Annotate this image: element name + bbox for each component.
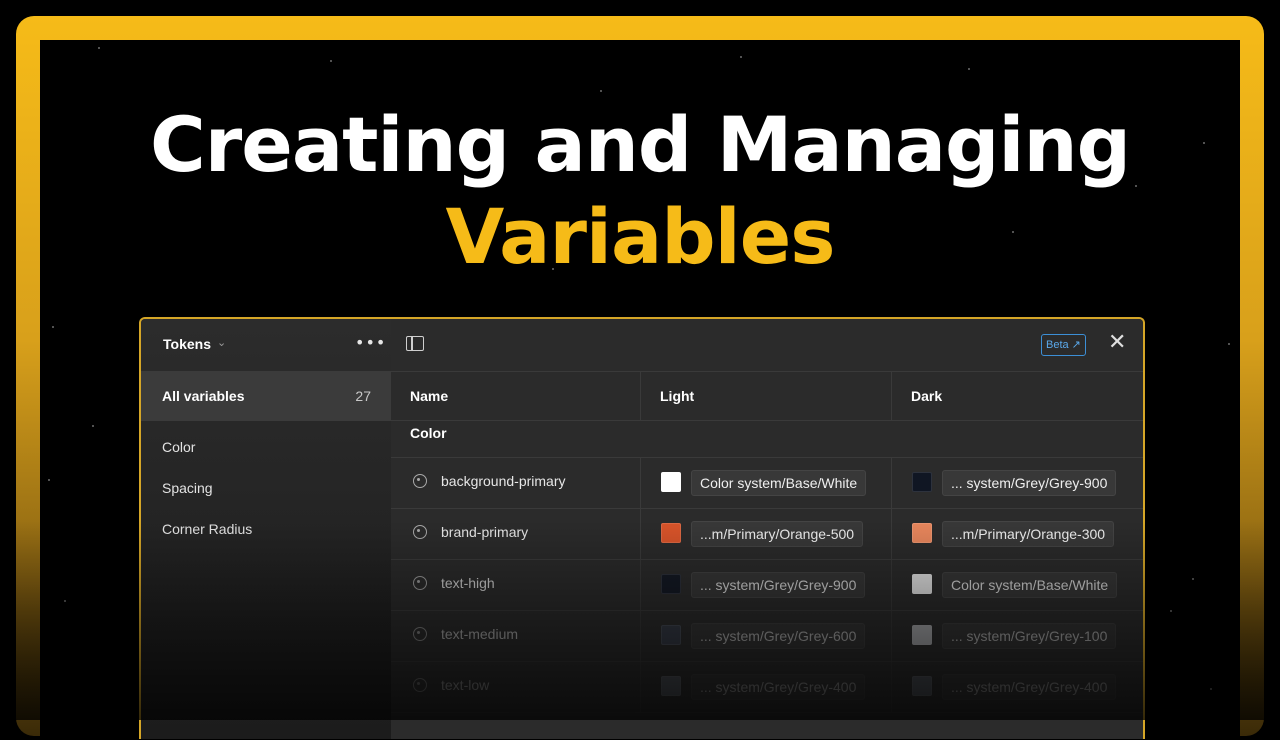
alias-reference[interactable]: Color system/Base/White bbox=[942, 572, 1118, 598]
table-row[interactable]: background-primary Color system/Base/Whit… bbox=[391, 457, 1143, 509]
color-swatch[interactable] bbox=[912, 472, 932, 492]
group-header-color: Color bbox=[391, 421, 1143, 458]
table-row[interactable]: brand-primary ...m/Primary/Orange-500 ...m… bbox=[391, 508, 1143, 560]
color-swatch[interactable] bbox=[912, 625, 932, 645]
cell-name[interactable]: background-primary bbox=[391, 457, 641, 508]
color-swatch[interactable] bbox=[661, 625, 681, 645]
color-swatch[interactable] bbox=[661, 574, 681, 594]
color-swatch[interactable] bbox=[912, 676, 932, 696]
color-variable-icon bbox=[413, 678, 427, 692]
variable-name[interactable]: text-low bbox=[441, 677, 489, 693]
group-label: Color bbox=[410, 425, 447, 441]
chevron-down-icon[interactable]: ⌄ bbox=[217, 336, 226, 349]
color-variable-icon bbox=[413, 474, 427, 488]
alias-reference[interactable]: ... system/Grey/Grey-400 bbox=[691, 674, 866, 700]
variable-name[interactable]: text-medium bbox=[441, 626, 518, 642]
table-row[interactable]: text-medium ... system/Grey/Grey-600 ... s… bbox=[391, 610, 1143, 662]
cell-dark-value[interactable]: ... system/Grey/Grey-100 bbox=[892, 610, 1143, 661]
color-variable-icon bbox=[413, 576, 427, 590]
variables-panel: Tokens ⌄ ••• All variables 27 Color Spac… bbox=[139, 317, 1145, 739]
color-swatch[interactable] bbox=[661, 472, 681, 492]
star-dot bbox=[1192, 578, 1194, 580]
alias-reference[interactable]: Color system/Base/White bbox=[691, 470, 867, 496]
cell-light-value[interactable]: ... system/Grey/Grey-900 bbox=[641, 559, 892, 610]
collection-title[interactable]: Tokens bbox=[163, 336, 211, 352]
column-header-dark[interactable]: Dark bbox=[892, 371, 1143, 421]
star-dot bbox=[1228, 343, 1230, 345]
color-swatch[interactable] bbox=[912, 523, 932, 543]
alias-reference[interactable]: ... system/Grey/Grey-600 bbox=[691, 623, 866, 649]
headline-line-1: Creating and Managing bbox=[150, 100, 1131, 189]
close-icon[interactable]: ✕ bbox=[1108, 330, 1126, 355]
alias-reference[interactable]: ... system/Grey/Grey-900 bbox=[942, 470, 1117, 496]
cell-name[interactable]: brand-primary bbox=[391, 508, 641, 559]
color-variable-icon bbox=[413, 525, 427, 539]
star-dot bbox=[740, 56, 742, 58]
alias-reference[interactable]: ...m/Primary/Orange-500 bbox=[691, 521, 864, 547]
variable-name[interactable]: text-high bbox=[441, 575, 495, 591]
color-variable-icon bbox=[413, 627, 427, 641]
sidebar-panel-icon[interactable] bbox=[406, 336, 424, 351]
variable-name[interactable]: background-primary bbox=[441, 473, 566, 489]
table-row[interactable]: text-high ... system/Grey/Grey-900 Color s… bbox=[391, 559, 1143, 611]
collections-sidebar: Tokens ⌄ ••• All variables 27 Color Spac… bbox=[141, 319, 391, 739]
beta-badge[interactable]: Beta ↗ bbox=[1041, 334, 1086, 356]
star-dot bbox=[64, 600, 66, 602]
color-swatch[interactable] bbox=[661, 523, 681, 543]
cell-light-value[interactable]: ...m/Primary/Orange-500 bbox=[641, 508, 892, 559]
cell-light-value[interactable]: ... system/Grey/Grey-600 bbox=[641, 610, 892, 661]
sidebar-item-corner-radius[interactable]: Corner Radius bbox=[162, 521, 252, 537]
cell-name[interactable]: text-high bbox=[391, 559, 641, 610]
cell-dark-value[interactable]: Color system/Base/White bbox=[892, 559, 1143, 610]
cell-light-value[interactable]: Color system/Base/White bbox=[641, 457, 892, 508]
variables-table-area: Beta ↗ ✕ Name Light Dark Color backgroun… bbox=[391, 319, 1143, 739]
color-swatch[interactable] bbox=[661, 676, 681, 696]
sidebar-item-all-variables[interactable]: All variables 27 bbox=[141, 371, 391, 421]
headline-line-2: Variables bbox=[445, 192, 836, 281]
cell-dark-value[interactable]: ... system/Grey/Grey-900 bbox=[892, 457, 1143, 508]
alias-reference[interactable]: ...m/Primary/Orange-300 bbox=[942, 521, 1115, 547]
alias-reference[interactable]: ... system/Grey/Grey-900 bbox=[691, 572, 866, 598]
alias-reference[interactable]: ... system/Grey/Grey-400 bbox=[942, 674, 1117, 700]
cell-light-value[interactable]: ... system/Grey/Grey-400 bbox=[641, 661, 892, 712]
star-dot bbox=[968, 68, 970, 70]
star-dot bbox=[98, 47, 100, 49]
cell-dark-value[interactable]: ...m/Primary/Orange-300 bbox=[892, 508, 1143, 559]
sidebar-item-label: All variables bbox=[162, 388, 245, 404]
cell-name[interactable]: text-low bbox=[391, 661, 641, 712]
sidebar-item-spacing[interactable]: Spacing bbox=[162, 480, 213, 496]
more-options-icon[interactable]: ••• bbox=[355, 333, 386, 352]
star-dot bbox=[92, 425, 94, 427]
color-swatch[interactable] bbox=[912, 574, 932, 594]
table-row[interactable]: text-low ... system/Grey/Grey-400 ... syst… bbox=[391, 661, 1143, 713]
cell-dark-value[interactable]: ... system/Grey/Grey-400 bbox=[892, 661, 1143, 712]
star-dot bbox=[600, 90, 602, 92]
star-dot bbox=[52, 326, 54, 328]
variable-name[interactable]: brand-primary bbox=[441, 524, 528, 540]
star-dot bbox=[48, 479, 50, 481]
variable-count: 27 bbox=[355, 388, 371, 404]
sidebar-item-color[interactable]: Color bbox=[162, 439, 195, 455]
star-dot bbox=[1170, 610, 1172, 612]
cell-name[interactable]: text-medium bbox=[391, 610, 641, 661]
column-header-name[interactable]: Name bbox=[391, 371, 641, 421]
table-toolbar: Beta ↗ ✕ bbox=[391, 319, 1143, 372]
alias-reference[interactable]: ... system/Grey/Grey-100 bbox=[942, 623, 1117, 649]
star-dot bbox=[330, 60, 332, 62]
star-dot bbox=[1210, 688, 1212, 690]
sidebar-header: Tokens ⌄ ••• bbox=[141, 319, 391, 371]
column-header-light[interactable]: Light bbox=[641, 371, 892, 421]
